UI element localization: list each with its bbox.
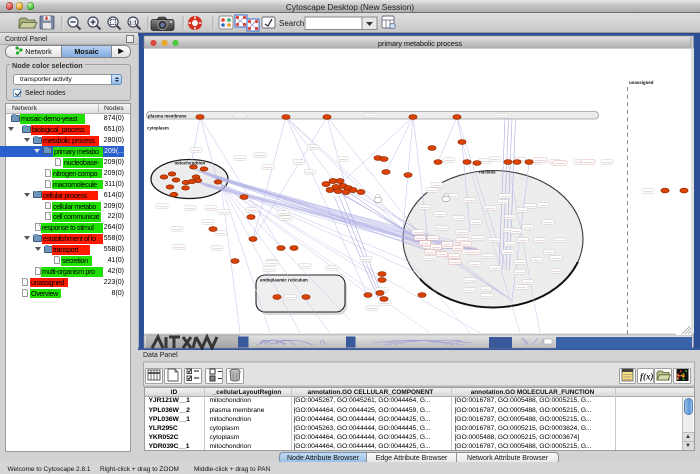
svg-text:1:1: 1:1 — [129, 20, 137, 26]
svg-text:mitochondrion: mitochondrion — [175, 160, 206, 165]
svg-text:nucleus: nucleus — [479, 170, 496, 175]
svg-text:unassigned: unassigned — [629, 80, 654, 85]
svg-text:cytoplasm: cytoplasm — [147, 126, 169, 131]
svg-text:endoplasmic reticulum: endoplasmic reticulum — [260, 278, 308, 283]
svg-text:Search:: Search: — [279, 19, 307, 28]
svg-text:f(x): f(x) — [640, 372, 654, 382]
svg-text:primary metabolic process: primary metabolic process — [378, 39, 462, 48]
svg-text:plasma membrane: plasma membrane — [148, 113, 187, 118]
